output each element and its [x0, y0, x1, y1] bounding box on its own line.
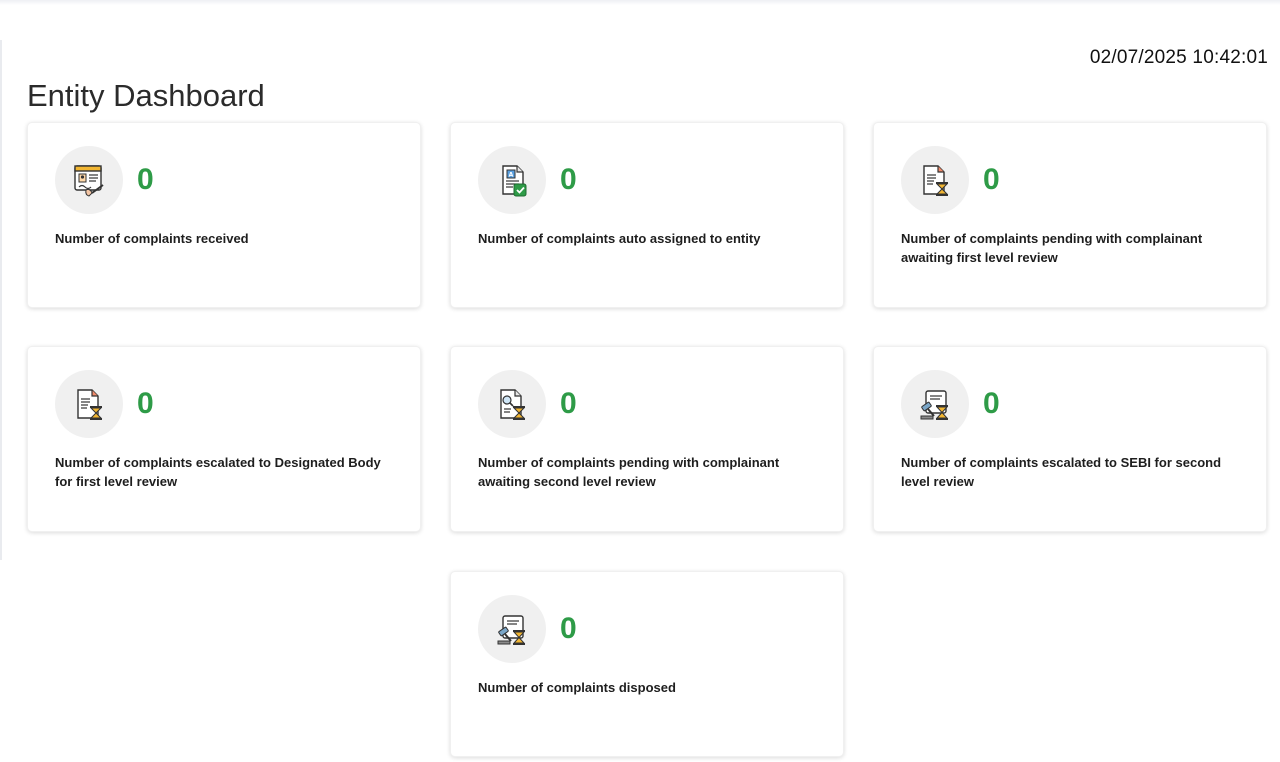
stat-card-auto-assigned[interactable]: A 0 Number of complaints auto assigned t…: [450, 122, 844, 308]
stat-label: Number of complaints pending with compla…: [901, 231, 1203, 265]
stat-count: 0: [560, 163, 577, 196]
stat-count: 0: [137, 163, 154, 196]
document-signature-icon: [55, 146, 123, 214]
stat-label: Number of complaints auto assigned to en…: [478, 231, 761, 246]
stat-card-pending-first-level[interactable]: 0 Number of complaints pending with comp…: [873, 122, 1267, 308]
stat-card-disposed[interactable]: 0 Number of complaints disposed: [450, 571, 844, 757]
gavel-hourglass-icon: [478, 595, 546, 663]
sidebar-edge: [0, 40, 2, 560]
document-check-icon: A: [478, 146, 546, 214]
current-datetime: 02/07/2025 10:42:01: [1089, 47, 1268, 68]
document-search-hourglass-icon: [478, 370, 546, 438]
stat-label: Number of complaints pending with compla…: [478, 455, 780, 489]
stat-label: Number of complaints received: [55, 231, 249, 246]
stat-label: Number of complaints disposed: [478, 680, 676, 695]
document-hourglass-icon: [901, 146, 969, 214]
stat-count: 0: [560, 612, 577, 645]
top-bar: [0, 0, 1280, 5]
stat-card-complaints-received[interactable]: 0 Number of complaints received: [27, 122, 421, 308]
stat-card-pending-second-level[interactable]: 0 Number of complaints pending with comp…: [450, 346, 844, 532]
gavel-hourglass-icon: [901, 370, 969, 438]
stat-label: Number of complaints escalated to Design…: [55, 455, 381, 489]
stat-count: 0: [560, 387, 577, 420]
stat-card-escalated-sebi[interactable]: 0 Number of complaints escalated to SEBI…: [873, 346, 1267, 532]
stat-count: 0: [983, 387, 1000, 420]
document-hourglass-icon: [55, 370, 123, 438]
stat-label: Number of complaints escalated to SEBI f…: [901, 455, 1222, 489]
svg-text:A: A: [509, 172, 514, 179]
stat-count: 0: [137, 387, 154, 420]
stat-count: 0: [983, 163, 1000, 196]
stat-card-escalated-designated-body[interactable]: 0 Number of complaints escalated to Desi…: [27, 346, 421, 532]
page-title: Entity Dashboard: [27, 78, 265, 113]
